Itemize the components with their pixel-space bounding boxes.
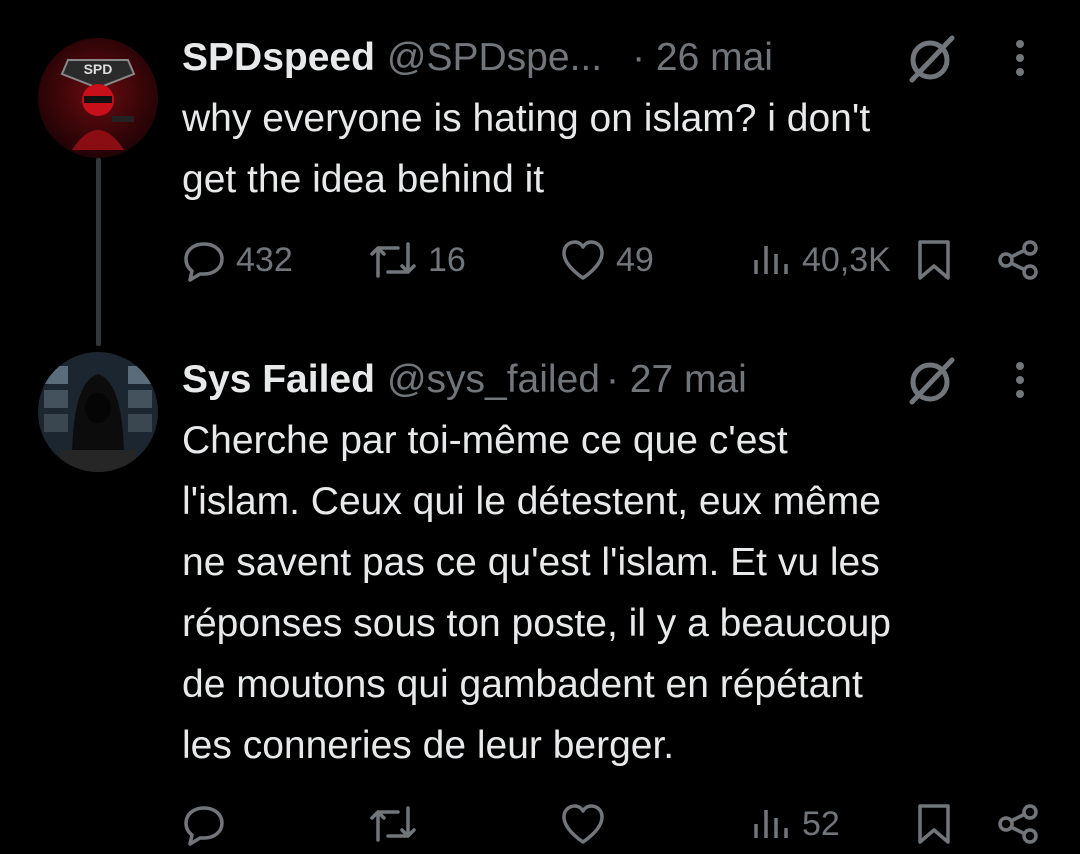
views-count: 40,3K — [802, 240, 891, 279]
reply-icon — [184, 242, 224, 282]
tweet-header: SPDspeed @SPDspe... · 26 mai — [182, 28, 773, 88]
bookmark-icon — [918, 804, 950, 844]
bookmark-icon — [918, 240, 950, 280]
reply-button[interactable]: 432 — [182, 230, 293, 290]
tweet-text-line: get the idea behind it — [182, 158, 545, 201]
display-name[interactable]: SPDspeed — [182, 36, 375, 80]
tweet-text-line: de moutons qui gambadent en répétant — [182, 663, 863, 706]
tweet-text-line: l'islam. Ceux qui le détestent, eux même — [182, 480, 881, 523]
retweet-icon — [370, 806, 416, 842]
like-button[interactable] — [560, 794, 606, 854]
like-count: 49 — [616, 240, 654, 279]
display-name[interactable]: Sys Failed — [182, 358, 375, 402]
grok-icon[interactable] — [902, 28, 962, 88]
heart-icon — [562, 804, 604, 844]
tweet-date[interactable]: · 27 mai — [606, 358, 747, 402]
avatar-sys-failed[interactable] — [38, 352, 158, 472]
heart-icon — [562, 240, 604, 280]
user-handle[interactable]: @SPDspe... — [387, 36, 602, 80]
tweet-date[interactable]: · 26 mai — [632, 36, 773, 80]
views-count: 52 — [802, 804, 840, 843]
avatar-spdspeed[interactable]: SPD — [38, 38, 158, 158]
tweet-actions: 52 — [0, 794, 1080, 854]
tweet-text-line: réponses sous ton poste, il y a beaucoup — [182, 602, 891, 645]
share-icon — [998, 240, 1038, 280]
tweet-header: Sys Failed @sys_failed · 27 mai — [182, 350, 747, 410]
avatar-logo-text: SPD — [84, 61, 113, 77]
tweet-text-line: why everyone is hating on islam? i don't — [182, 97, 871, 140]
bookmark-button[interactable] — [914, 794, 954, 854]
tweet-text: Cherche par toi-même ce que c'est l'isla… — [182, 410, 1042, 776]
tweet-text: why everyone is hating on islam? i don't… — [182, 88, 1042, 210]
retweet-button[interactable]: 16 — [368, 230, 466, 290]
bookmark-button[interactable] — [914, 230, 954, 290]
retweet-icon — [370, 242, 416, 278]
tweet-text-line: ne savent pas ce qu'est l'islam. Et vu l… — [182, 541, 880, 584]
views-icon — [754, 246, 788, 274]
views-button[interactable]: 40,3K — [750, 230, 891, 290]
reply-count: 432 — [236, 240, 293, 279]
user-handle[interactable]: @sys_failed — [387, 358, 600, 402]
views-button[interactable]: 52 — [750, 794, 840, 854]
share-button[interactable] — [996, 794, 1040, 854]
share-button[interactable] — [996, 230, 1040, 290]
more-icon[interactable] — [1000, 350, 1040, 410]
grok-icon[interactable] — [902, 350, 962, 410]
reply-button[interactable] — [182, 794, 226, 854]
retweet-count: 16 — [428, 240, 466, 279]
tweet-actions: 432 16 49 40,3K — [0, 230, 1080, 290]
like-button[interactable]: 49 — [560, 230, 654, 290]
tweet-text-line: les conneries de leur berger. — [182, 724, 675, 767]
retweet-button[interactable] — [368, 794, 418, 854]
more-icon[interactable] — [1000, 28, 1040, 88]
tweet-text-line: Cherche par toi-même ce que c'est — [182, 419, 788, 462]
views-icon — [754, 810, 788, 838]
share-icon — [998, 804, 1038, 844]
reply-icon — [184, 806, 224, 846]
